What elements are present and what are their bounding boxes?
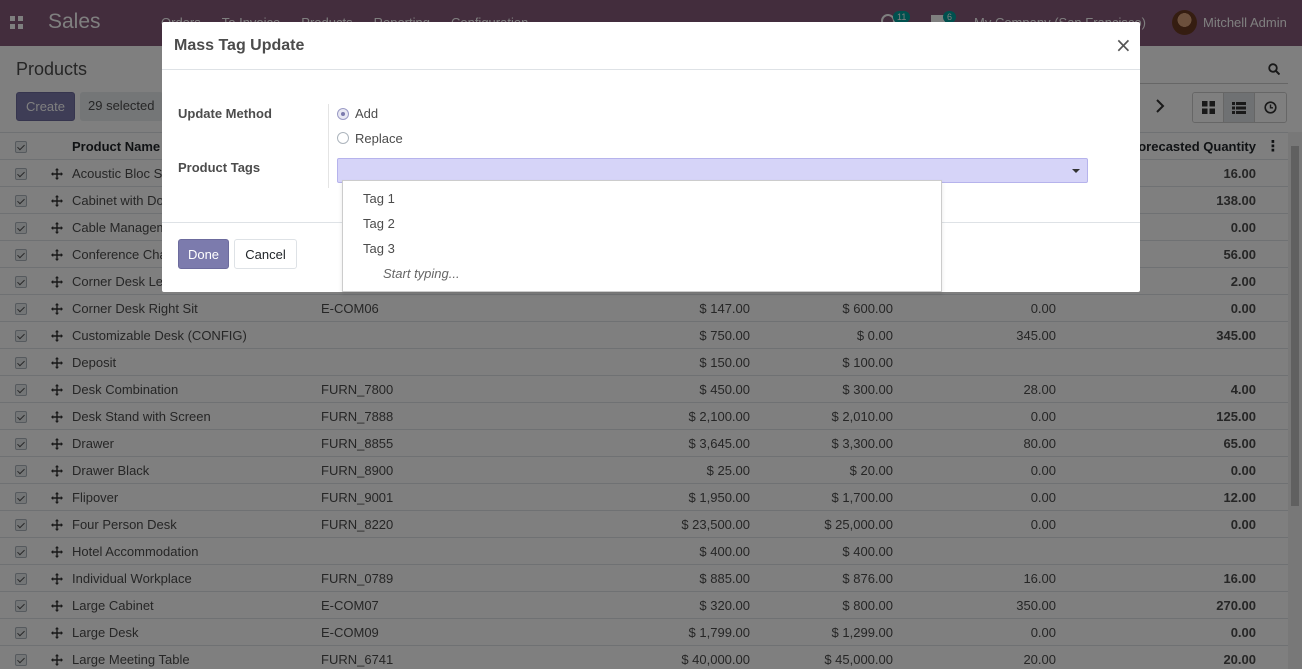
dropdown-item-tag-2[interactable]: Tag 2 [363,216,395,231]
dropdown-item-tag-1[interactable]: Tag 1 [363,191,395,206]
product-tags-label: Product Tags [178,160,261,175]
cancel-button[interactable]: Cancel [234,239,297,269]
modal-title: Mass Tag Update [174,37,305,54]
field-separator [328,104,329,188]
tags-autocomplete-dropdown: Tag 1 Tag 2 Tag 3 Start typing... [342,180,942,292]
radio-replace-label[interactable]: Replace [355,131,403,146]
radio-add-label[interactable]: Add [355,106,378,121]
done-button[interactable]: Done [178,239,229,269]
close-icon[interactable]: × [1115,33,1132,57]
caret-down-icon[interactable] [1072,169,1080,173]
dropdown-item-tag-3[interactable]: Tag 3 [363,241,395,256]
update-method-label: Update Method [178,106,272,121]
modal-header: Mass Tag Update × [162,22,1140,70]
radio-add[interactable] [337,108,349,120]
radio-replace[interactable] [337,132,349,144]
dropdown-hint: Start typing... [383,266,460,281]
